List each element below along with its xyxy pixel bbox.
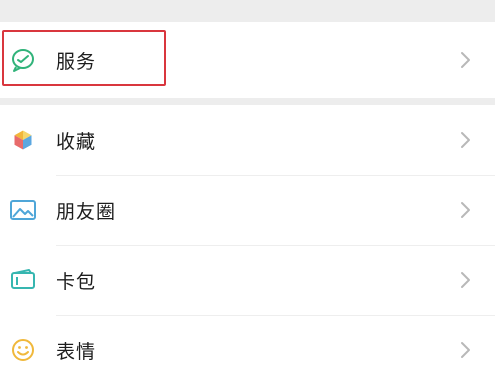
menu-item-services[interactable]: 服务 bbox=[0, 22, 495, 98]
menu-item-stickers[interactable]: 表情 bbox=[0, 315, 495, 381]
moments-photo-icon bbox=[9, 196, 37, 224]
menu-item-favorites[interactable]: 收藏 bbox=[0, 105, 495, 175]
me-page-menu: 服务 收藏 朋友圈 卡包 表情 bbox=[0, 0, 495, 381]
chevron-right-icon bbox=[461, 202, 470, 218]
emoji-smile-icon bbox=[9, 336, 37, 364]
menu-item-label: 服务 bbox=[56, 50, 97, 73]
menu-item-moments[interactable]: 朋友圈 bbox=[0, 175, 495, 245]
chevron-right-icon bbox=[461, 342, 470, 358]
menu-item-card-wallet[interactable]: 卡包 bbox=[0, 245, 495, 315]
menu-item-label: 朋友圈 bbox=[56, 200, 117, 223]
menu-item-label: 卡包 bbox=[56, 270, 97, 293]
favorites-cube-icon bbox=[9, 126, 37, 154]
chevron-right-icon bbox=[461, 132, 470, 148]
chevron-right-icon bbox=[461, 272, 470, 288]
chevron-right-icon bbox=[461, 52, 470, 68]
wechat-pay-service-icon bbox=[9, 46, 37, 74]
services-group: 服务 bbox=[0, 22, 495, 98]
card-wallet-icon bbox=[9, 266, 37, 294]
features-group: 收藏 朋友圈 卡包 表情 bbox=[0, 105, 495, 381]
menu-item-label: 收藏 bbox=[56, 130, 97, 153]
menu-item-label: 表情 bbox=[56, 340, 97, 363]
